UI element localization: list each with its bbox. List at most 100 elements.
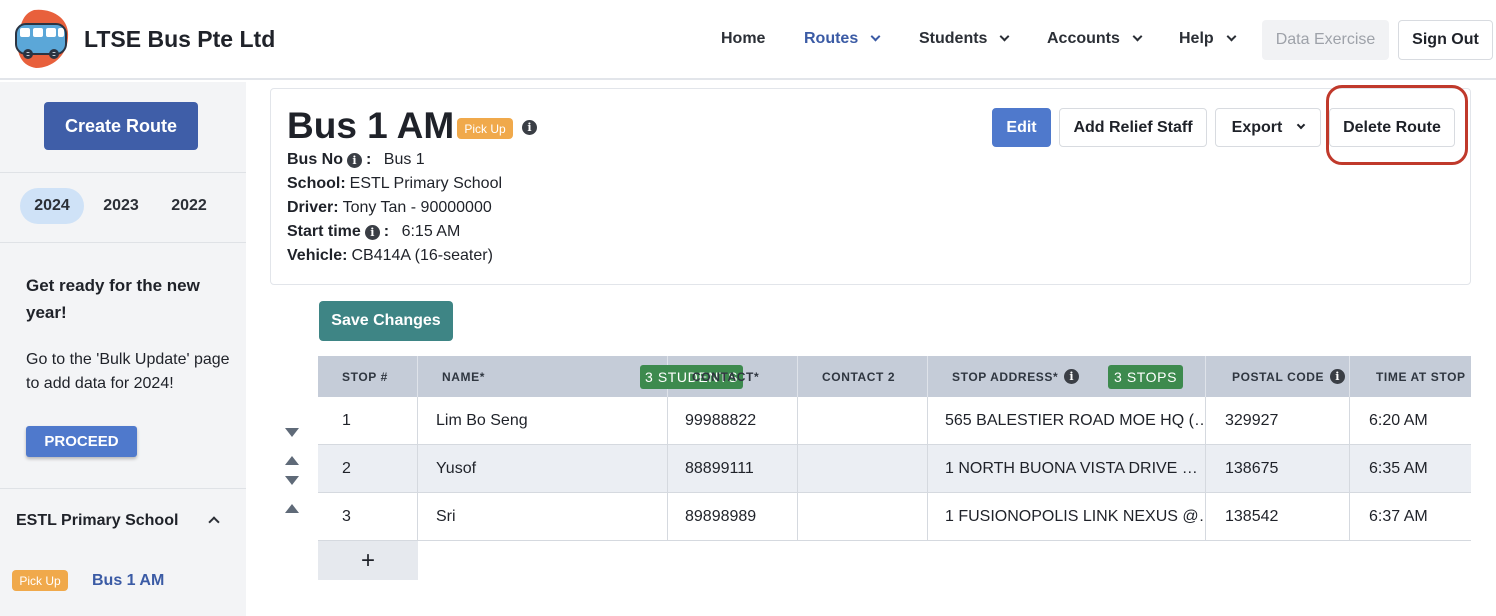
edit-button[interactable]: Edit — [992, 108, 1051, 147]
table-header: STOP # NAME* 3 STUDENTS CONTACT* CONTACT… — [318, 356, 1471, 397]
cell-postal[interactable]: 138542 — [1206, 493, 1350, 541]
create-route-button[interactable]: Create Route — [44, 102, 198, 150]
cell-name[interactable]: Yusof — [418, 445, 668, 493]
col-contact2[interactable]: CONTACT 2 — [798, 356, 928, 397]
nav-help-label: Help — [1179, 30, 1214, 47]
table-row[interactable]: 2 Yusof 88899111 1 NORTH BUONA VISTA DRI… — [318, 445, 1471, 493]
nav-accounts-label: Accounts — [1047, 30, 1120, 47]
add-relief-staff-button[interactable]: Add Relief Staff — [1059, 108, 1207, 147]
chevron-down-icon — [1000, 31, 1010, 42]
proceed-button[interactable]: PROCEED — [26, 426, 137, 457]
year-tab-2023[interactable]: 2023 — [89, 188, 153, 224]
route-title: Bus 1 AM — [287, 105, 455, 146]
info-icon[interactable]: i — [1064, 369, 1080, 384]
col-stop-address[interactable]: STOP ADDRESS* i 3 STOPS — [928, 356, 1206, 397]
nav-home[interactable]: Home — [721, 30, 765, 48]
cell-name[interactable]: Sri — [418, 493, 668, 541]
vehicle-label: Vehicle: — [287, 247, 348, 264]
col-time-label: TIME AT STOP — [1376, 369, 1466, 384]
nav-students-label: Students — [919, 30, 988, 47]
chevron-down-icon — [1297, 120, 1306, 130]
nav-accounts[interactable]: Accounts — [1047, 30, 1143, 48]
divider — [0, 172, 246, 173]
chevron-up-icon[interactable] — [208, 516, 220, 528]
start-time-colon: : — [383, 223, 390, 240]
nav-home-label: Home — [721, 30, 766, 47]
bus-logo-icon[interactable] — [12, 8, 72, 70]
export-dropdown-button[interactable]: Export — [1215, 108, 1321, 147]
driver-row: Driver: Tony Tan - 90000000 — [287, 199, 492, 217]
cell-name[interactable]: Lim Bo Seng — [418, 397, 668, 445]
school-group-title[interactable]: ESTL Primary School — [16, 512, 178, 530]
table-row[interactable]: 1 Lim Bo Seng 99988822 565 BALESTIER ROA… — [318, 397, 1471, 445]
nav-routes-label: Routes — [804, 30, 859, 47]
cell-address[interactable]: 565 BALESTIER ROAD MOE HQ (… — [928, 397, 1206, 445]
school-value: ESTL Primary School — [349, 175, 503, 192]
route-details-card: Bus 1 AM Pick Up i Bus No i : Bus 1 Scho… — [270, 85, 1471, 285]
data-exercise-button: Data Exercise — [1262, 20, 1389, 60]
sidebar-route-link[interactable]: Bus 1 AM — [92, 572, 164, 590]
bus-no-row: Bus No i : Bus 1 — [287, 151, 425, 169]
cell-postal[interactable]: 329927 — [1206, 397, 1350, 445]
cell-time[interactable]: 6:35 AM — [1350, 445, 1471, 493]
arrow-up-icon[interactable] — [285, 504, 299, 513]
year-tab-2022[interactable]: 2022 — [157, 188, 221, 224]
cell-contact2[interactable] — [798, 493, 928, 541]
cell-address[interactable]: 1 FUSIONOPOLIS LINK NEXUS @… — [928, 493, 1206, 541]
promo-text: Go to the 'Bulk Update' page to add data… — [26, 351, 230, 392]
col-postal-label: POSTAL CODE — [1232, 369, 1325, 384]
cell-contact2[interactable] — [798, 397, 928, 445]
cell-time[interactable]: 6:37 AM — [1350, 493, 1471, 541]
nav-routes[interactable]: Routes — [804, 30, 881, 48]
nav-help[interactable]: Help — [1179, 30, 1237, 48]
cell-stop[interactable]: 2 — [318, 445, 418, 493]
save-changes-button[interactable]: Save Changes — [319, 301, 453, 341]
arrow-up-icon[interactable] — [285, 456, 299, 465]
info-icon[interactable]: i — [347, 152, 362, 168]
col-name[interactable]: NAME* 3 STUDENTS — [418, 356, 743, 397]
driver-label: Driver: — [287, 199, 339, 216]
delete-route-highlight — [1326, 85, 1468, 165]
stops-count-badge: 3 STOPS — [1108, 365, 1183, 389]
cell-postal[interactable]: 138675 — [1206, 445, 1350, 493]
bus-no-label: Bus No — [287, 151, 343, 168]
start-time-row: Start time i : 6:15 AM — [287, 223, 460, 241]
cell-contact[interactable]: 99988822 — [668, 397, 798, 445]
cell-address[interactable]: 1 NORTH BUONA VISTA DRIVE … — [928, 445, 1206, 493]
sidebar: Create Route 2024 2023 2022 Get ready fo… — [0, 82, 246, 616]
driver-value: Tony Tan - 90000000 — [342, 199, 492, 216]
info-icon[interactable]: i — [1330, 369, 1346, 384]
vehicle-row: Vehicle: CB414A (16-seater) — [287, 247, 493, 265]
col-name-label: NAME* — [442, 369, 486, 384]
plus-icon: + — [360, 546, 375, 574]
add-row-button[interactable]: + — [318, 541, 418, 580]
cell-stop[interactable]: 1 — [318, 397, 418, 445]
start-time-label: Start time — [287, 223, 361, 240]
chevron-down-icon — [870, 31, 881, 42]
brand-name[interactable]: LTSE Bus Pte Ltd — [84, 26, 275, 53]
cell-stop[interactable]: 3 — [318, 493, 418, 541]
table-row[interactable]: 3 Sri 89898989 1 FUSIONOPOLIS LINK NEXUS… — [318, 493, 1471, 541]
col-postal-code[interactable]: POSTAL CODE i — [1206, 356, 1350, 397]
school-label: School: — [287, 175, 346, 192]
cell-time[interactable]: 6:20 AM — [1350, 397, 1471, 445]
col-time-at-stop[interactable]: TIME AT STOP i — [1350, 356, 1471, 397]
sign-out-button[interactable]: Sign Out — [1398, 20, 1493, 60]
arrow-down-icon[interactable] — [285, 428, 299, 437]
cell-contact[interactable]: 88899111 — [668, 445, 798, 493]
pickup-pill: Pick Up — [12, 570, 68, 591]
start-time-value: 6:15 AM — [401, 223, 461, 240]
year-tab-2024[interactable]: 2024 — [20, 188, 84, 224]
col-stop[interactable]: STOP # — [318, 356, 418, 397]
nav-students[interactable]: Students — [919, 30, 1010, 48]
info-icon[interactable]: i — [522, 120, 537, 135]
info-icon[interactable]: i — [364, 224, 380, 240]
cell-contact2[interactable] — [798, 445, 928, 493]
chevron-down-icon — [1226, 31, 1237, 42]
divider — [0, 242, 246, 243]
pickup-pill: Pick Up — [457, 118, 513, 139]
cell-contact[interactable]: 89898989 — [668, 493, 798, 541]
vehicle-value: CB414A (16-seater) — [351, 247, 493, 264]
col-contact[interactable]: CONTACT* — [668, 356, 798, 397]
arrow-down-icon[interactable] — [285, 476, 299, 485]
